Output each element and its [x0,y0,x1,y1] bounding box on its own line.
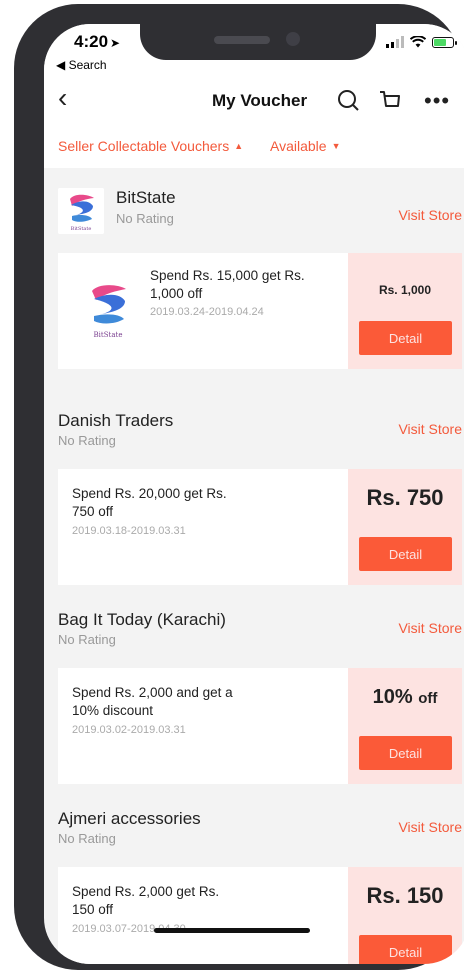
voucher-description: Spend Rs. 2,000 and get a 10% discount [72,684,233,720]
store-section: Bag It Today (Karachi) No Rating Visit S… [44,582,464,784]
store-rating: No Rating [58,433,116,448]
store-name[interactable]: Bag It Today (Karachi) [58,610,226,630]
voucher-validity: 2019.03.02-2019.03.31 [72,724,186,736]
caret-down-icon: ▼ [331,141,341,151]
store-rating: No Rating [58,831,116,846]
clock-text: 4:20 [74,32,109,51]
wifi-icon [410,36,426,48]
store-header: Ajmeri accessories No Rating Visit Store [44,781,464,846]
voucher-amount-panel: Rs. 750 Detail [348,469,462,585]
clock: 4:20 ➤ [74,32,120,52]
voucher-type-filter[interactable]: Seller Collectable Vouchers ▲ [58,138,243,154]
back-to-search-link[interactable]: ◀ Search [56,58,107,72]
voucher-amount: Rs. 1,000 [378,283,432,297]
voucher-description: Spend Rs. 15,000 get Rs. 1,000 off [150,267,305,303]
store-logo-text: BitState [71,226,92,232]
visit-store-link[interactable]: Visit Store [398,620,462,636]
voucher-amount: 10% off [348,686,462,709]
voucher-list: BitState BitState No Rating Visit Store … [44,184,464,964]
voucher-description-line: Spend Rs. 20,000 get Rs. [72,486,227,501]
voucher-type-label: Seller Collectable Vouchers [58,138,230,154]
voucher-amount-panel: 10% off Detail [348,668,462,784]
store-name[interactable]: Ajmeri accessories [58,809,201,829]
front-camera [286,32,300,46]
more-options-icon[interactable]: ••• [424,90,449,120]
voucher-card: Spend Rs. 2,000 get Rs. 150 off 2019.03.… [58,867,462,964]
store-logo[interactable]: BitState [58,188,104,234]
voucher-card: BitState Spend Rs. 15,000 get Rs. 1,000 … [58,253,462,369]
home-indicator[interactable] [154,928,310,933]
store-name[interactable]: Danish Traders [58,411,173,431]
availability-label: Available [270,138,327,154]
visit-store-link[interactable]: Visit Store [398,421,462,437]
search-icon[interactable] [336,88,360,112]
back-chevron-icon[interactable]: ‹ [58,84,67,112]
voucher-amount-value: 10% [372,686,413,708]
voucher-card: Spend Rs. 2,000 and get a 10% discount 2… [58,668,462,784]
detail-button[interactable]: Detail [359,935,452,964]
voucher-amount-panel: Rs. 150 Detail [348,867,462,964]
voucher-description-line: 150 off [72,902,114,917]
status-icons [386,36,457,48]
voucher-amount: Rs. 150 [366,883,444,908]
store-rating: No Rating [116,211,174,226]
voucher-info: BitState Spend Rs. 15,000 get Rs. 1,000 … [58,253,348,369]
detail-button[interactable]: Detail [359,321,452,355]
store-header: BitState BitState No Rating Visit Store [44,184,464,248]
caret-up-icon: ▲ [234,141,244,151]
location-arrow-icon: ➤ [110,36,121,50]
voucher-description: Spend Rs. 20,000 get Rs. 750 off [72,485,227,521]
battery-icon [432,36,457,48]
app-screen: 4:20 ➤ ◀ Search ‹ My Voucher ••• Seller … [44,24,464,964]
voucher-amount-panel: Rs. 1,000 Detail [348,253,462,369]
store-section: Ajmeri accessories No Rating Visit Store… [44,781,464,964]
voucher-description-line: Spend Rs. 2,000 and get a [72,685,233,700]
voucher-description: Spend Rs. 2,000 get Rs. 150 off [72,883,219,919]
voucher-validity: 2019.03.18-2019.03.31 [72,525,186,537]
visit-store-link[interactable]: Visit Store [398,207,462,223]
navigation-bar: ‹ My Voucher ••• [44,76,464,124]
device-notch [140,24,376,60]
voucher-description-line: 750 off [72,504,114,519]
store-header: Danish Traders No Rating Visit Store [44,383,464,448]
filter-bar: Seller Collectable Vouchers ▲ Available ▼ [44,124,464,168]
phone-frame: 4:20 ➤ ◀ Search ‹ My Voucher ••• Seller … [14,4,464,970]
voucher-amount: Rs. 750 [366,485,444,510]
voucher-description-line: 10% discount [72,703,154,718]
voucher-card: Spend Rs. 20,000 get Rs. 750 off 2019.03… [58,469,462,585]
voucher-info: Spend Rs. 2,000 get Rs. 150 off 2019.03.… [58,867,348,964]
voucher-store-logo: BitState [92,285,126,339]
signal-icon [386,36,404,48]
voucher-description-line: 1,000 off [150,286,203,301]
voucher-validity: 2019.03.24-2019.04.24 [150,306,264,318]
voucher-amount-suffix: off [418,690,438,707]
availability-filter[interactable]: Available ▼ [270,138,340,154]
voucher-info: Spend Rs. 20,000 get Rs. 750 off 2019.03… [58,469,348,585]
voucher-info: Spend Rs. 2,000 and get a 10% discount 2… [58,668,348,784]
voucher-description-line: Spend Rs. 15,000 get Rs. [150,268,305,283]
detail-button[interactable]: Detail [359,537,452,571]
store-rating: No Rating [58,632,116,647]
speaker-grille [214,36,270,44]
page-title: My Voucher [212,91,308,110]
detail-button[interactable]: Detail [359,736,452,770]
cart-icon[interactable] [378,88,402,112]
store-header: Bag It Today (Karachi) No Rating Visit S… [44,582,464,647]
visit-store-link[interactable]: Visit Store [398,819,462,835]
store-section: Danish Traders No Rating Visit Store Spe… [44,383,464,585]
store-name[interactable]: BitState [116,188,176,208]
voucher-logo-text: BitState [94,331,123,339]
voucher-description-line: Spend Rs. 2,000 get Rs. [72,884,220,899]
store-section: BitState BitState No Rating Visit Store … [44,184,464,383]
